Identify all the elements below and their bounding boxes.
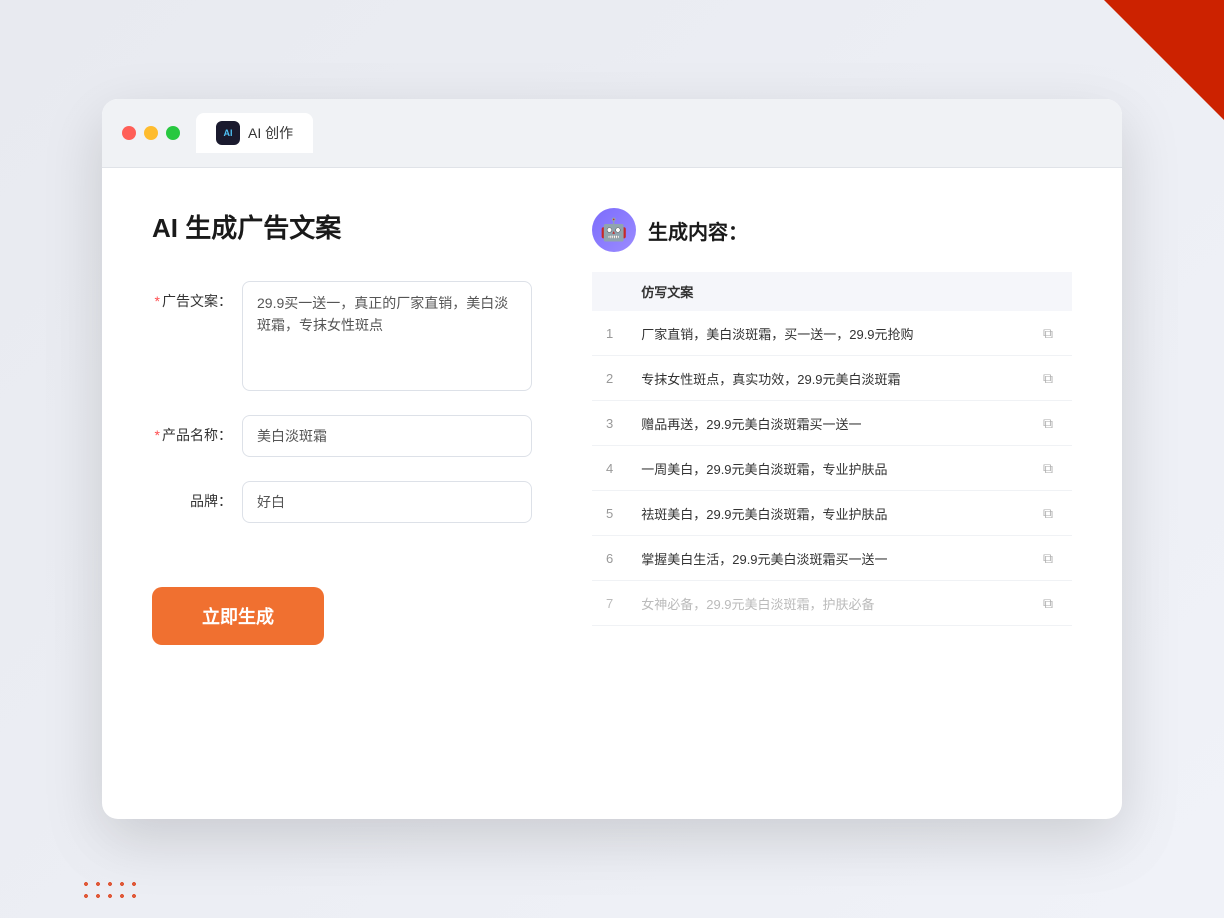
copy-icon[interactable]: ⧉: [1038, 593, 1058, 613]
row-number: 7: [592, 581, 627, 626]
copy-cell: ⧉: [1024, 401, 1072, 446]
row-text: 厂家直销，美白淡斑霜，买一送一，29.9元抢购: [627, 311, 1024, 356]
row-text: 一周美白，29.9元美白淡斑霜，专业护肤品: [627, 446, 1024, 491]
table-row: 3赠品再送，29.9元美白淡斑霜买一送一 ⧉: [592, 401, 1072, 446]
brand-input[interactable]: [242, 481, 532, 523]
row-text: 赠品再送，29.9元美白淡斑霜买一送一: [627, 401, 1024, 446]
copy-cell: ⧉: [1024, 311, 1072, 356]
ad-copy-row: *广告文案：: [152, 281, 532, 391]
row-text: 掌握美白生活，29.9元美白淡斑霜买一送一: [627, 536, 1024, 581]
main-content: AI 生成广告文案 *广告文案： *产品名称： 品牌： 立: [102, 168, 1122, 685]
row-number: 6: [592, 536, 627, 581]
result-table: 仿写文案 1厂家直销，美白淡斑霜，买一送一，29.9元抢购⧉2专抹女性斑点，真实…: [592, 272, 1072, 626]
table-row: 6掌握美白生活，29.9元美白淡斑霜买一送一 ⧉: [592, 536, 1072, 581]
window-controls: [122, 126, 180, 140]
copy-cell: ⧉: [1024, 356, 1072, 401]
result-header: 生成内容：: [592, 208, 1072, 252]
maximize-button[interactable]: [166, 126, 180, 140]
col-num-header: [592, 272, 627, 311]
product-name-input[interactable]: [242, 415, 532, 457]
copy-icon[interactable]: ⧉: [1038, 413, 1058, 433]
robot-icon: [592, 208, 636, 252]
tab-ai-create[interactable]: AI 创作: [196, 113, 313, 153]
table-row: 4一周美白，29.9元美白淡斑霜，专业护肤品 ⧉: [592, 446, 1072, 491]
col-text-header: 仿写文案: [627, 272, 1024, 311]
copy-icon[interactable]: ⧉: [1038, 548, 1058, 568]
copy-cell: ⧉: [1024, 581, 1072, 626]
result-title: 生成内容：: [648, 216, 748, 245]
generate-button[interactable]: 立即生成: [152, 587, 324, 645]
row-number: 4: [592, 446, 627, 491]
title-bar: AI 创作: [102, 99, 1122, 168]
copy-cell: ⧉: [1024, 446, 1072, 491]
table-row: 7女神必备，29.9元美白淡斑霜，护肤必备 ⧉: [592, 581, 1072, 626]
table-row: 2专抹女性斑点，真实功效，29.9元美白淡斑霜 ⧉: [592, 356, 1072, 401]
right-panel: 生成内容： 仿写文案 1厂家直销，美白淡斑霜，买一送一，29.9元抢购⧉2专抹女…: [592, 208, 1072, 645]
table-row: 5祛斑美白，29.9元美白淡斑霜，专业护肤品 ⧉: [592, 491, 1072, 536]
col-copy-header: [1024, 272, 1072, 311]
minimize-button[interactable]: [144, 126, 158, 140]
row-text: 专抹女性斑点，真实功效，29.9元美白淡斑霜: [627, 356, 1024, 401]
tab-label: AI 创作: [248, 123, 293, 143]
copy-icon[interactable]: ⧉: [1038, 458, 1058, 478]
brand-row: 品牌：: [152, 481, 532, 523]
left-panel: AI 生成广告文案 *广告文案： *产品名称： 品牌： 立: [152, 208, 532, 645]
copy-cell: ⧉: [1024, 536, 1072, 581]
row-number: 1: [592, 311, 627, 356]
row-number: 5: [592, 491, 627, 536]
product-name-row: *产品名称：: [152, 415, 532, 457]
close-button[interactable]: [122, 126, 136, 140]
copy-cell: ⧉: [1024, 491, 1072, 536]
row-number: 2: [592, 356, 627, 401]
row-text: 祛斑美白，29.9元美白淡斑霜，专业护肤品: [627, 491, 1024, 536]
required-star-2: *: [155, 427, 160, 443]
ad-copy-input[interactable]: [242, 281, 532, 391]
copy-icon[interactable]: ⧉: [1038, 503, 1058, 523]
brand-label: 品牌：: [152, 481, 232, 511]
browser-window: AI 创作 AI 生成广告文案 *广告文案： *产品名称：: [102, 99, 1122, 819]
table-row: 1厂家直销，美白淡斑霜，买一送一，29.9元抢购 ⧉: [592, 311, 1072, 356]
row-number: 3: [592, 401, 627, 446]
table-header-row: 仿写文案: [592, 272, 1072, 311]
page-title: AI 生成广告文案: [152, 208, 532, 245]
copy-icon[interactable]: ⧉: [1038, 323, 1058, 343]
ai-tab-icon: [216, 121, 240, 145]
required-star-1: *: [155, 293, 160, 309]
ad-copy-label: *广告文案：: [152, 281, 232, 311]
row-text: 女神必备，29.9元美白淡斑霜，护肤必备: [627, 581, 1024, 626]
copy-icon[interactable]: ⧉: [1038, 368, 1058, 388]
product-name-label: *产品名称：: [152, 415, 232, 445]
